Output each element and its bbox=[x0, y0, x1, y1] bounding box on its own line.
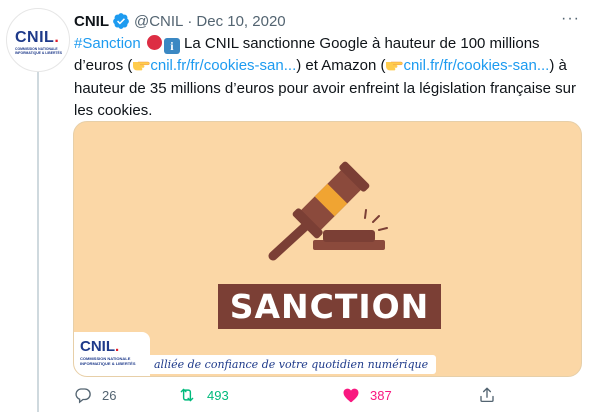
red-circle-icon bbox=[146, 35, 162, 50]
pointing-hand-icon bbox=[385, 56, 404, 78]
like-count: 387 bbox=[370, 387, 392, 403]
share-icon bbox=[480, 387, 494, 403]
cnil-logo: CNIL. COMMISSION NATIONALE INFORMATIQUE … bbox=[74, 332, 150, 376]
cookies-link-amazon[interactable]: cnil.fr/fr/cookies-san... bbox=[403, 57, 549, 74]
reply-button[interactable]: 26 bbox=[74, 385, 116, 405]
author-handle[interactable]: @CNIL bbox=[134, 13, 183, 30]
avatar-subtitle: COMMISSION NATIONALE INFORMATIQUE & LIBE… bbox=[15, 47, 63, 55]
retweet-count: 493 bbox=[207, 387, 229, 403]
action-bar: 26 493 387 bbox=[74, 385, 574, 405]
more-options-icon[interactable]: ··· bbox=[561, 10, 580, 28]
reply-icon bbox=[75, 388, 91, 404]
reply-count: 26 bbox=[102, 387, 117, 403]
tweet-media-image[interactable]: SANCTION CNIL. COMMISSION NATIONALE INFO… bbox=[73, 121, 582, 377]
pointing-hand-icon bbox=[132, 56, 150, 78]
hashtag-link[interactable]: #Sanction bbox=[74, 35, 141, 52]
gavel-icon bbox=[268, 161, 388, 261]
sanction-banner: SANCTION bbox=[218, 284, 441, 329]
verified-badge-icon bbox=[113, 13, 129, 29]
cookies-link-google[interactable]: cnil.fr/fr/cookies-san... bbox=[150, 57, 296, 74]
tweet-header: CNIL @CNIL · Dec 10, 2020 bbox=[74, 11, 286, 31]
tweet-date[interactable]: Dec 10, 2020 bbox=[196, 13, 285, 30]
tweet-text-part2: ) et Amazon ( bbox=[296, 57, 386, 74]
avatar[interactable]: CNIL. COMMISSION NATIONALE INFORMATIQUE … bbox=[6, 8, 70, 72]
information-icon: i bbox=[163, 38, 180, 54]
avatar-logo: CNIL. bbox=[15, 29, 60, 46]
tweet-text: #Sanction i La CNIL sanctionne Google à … bbox=[74, 33, 584, 122]
badge-subtitle: COMMISSION NATIONALE INFORMATIQUE & LIBE… bbox=[80, 356, 136, 366]
thread-line bbox=[37, 70, 39, 412]
like-icon bbox=[343, 388, 359, 403]
retweet-button[interactable]: 493 bbox=[177, 385, 229, 405]
badge-logo-text: CNIL. bbox=[80, 338, 120, 355]
like-button[interactable]: 387 bbox=[342, 385, 392, 405]
retweet-icon bbox=[180, 388, 194, 402]
separator: · bbox=[187, 12, 193, 30]
share-button[interactable] bbox=[478, 385, 496, 405]
author-name[interactable]: CNIL bbox=[74, 13, 109, 30]
tagline: alliée de confiance de votre quotidien n… bbox=[146, 355, 437, 374]
